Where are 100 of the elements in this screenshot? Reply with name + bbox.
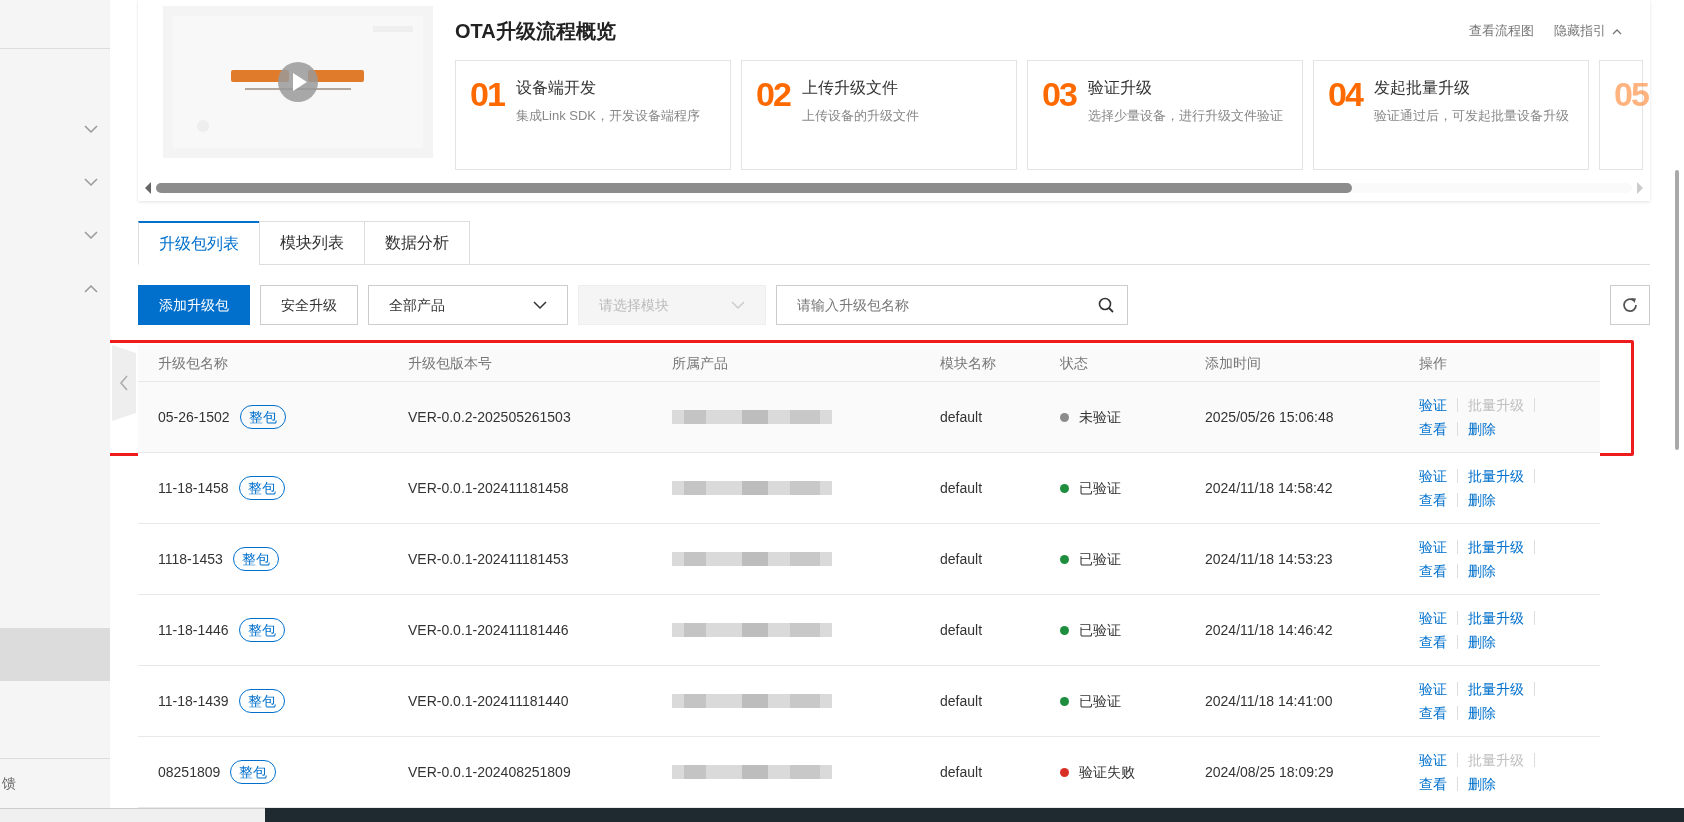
action-link[interactable]: 验证 xyxy=(1419,607,1447,629)
action-link[interactable]: 验证 xyxy=(1419,465,1447,487)
tab[interactable]: 模块列表 xyxy=(259,221,365,265)
collapse-icon[interactable] xyxy=(84,284,98,293)
action-link[interactable]: 查看 xyxy=(1419,702,1447,724)
table-cell-text: 已验证 xyxy=(1079,620,1121,640)
table-cell: VER-0.0.1-202411181458 xyxy=(408,479,569,496)
table-cell: 2024/11/18 14:46:42 xyxy=(1205,621,1333,638)
action-link[interactable]: 删除 xyxy=(1468,773,1496,795)
table-cell-text: 05-26-1502 xyxy=(158,407,230,427)
refresh-icon xyxy=(1621,296,1639,314)
step-title: 验证升级 xyxy=(1087,78,1153,98)
play-icon[interactable] xyxy=(278,62,318,102)
column-header: 升级包版本号 xyxy=(408,354,492,371)
table-cell: default xyxy=(940,479,983,496)
column-header: 模块名称 xyxy=(940,354,996,371)
table-cell-text: 已验证 xyxy=(1079,478,1121,498)
expand-icon[interactable] xyxy=(84,231,98,240)
collapse-handle[interactable] xyxy=(112,345,136,421)
action-link[interactable]: 批量升级 xyxy=(1468,678,1524,700)
expand-icon[interactable] xyxy=(84,178,98,187)
horizontal-scrollbar[interactable] xyxy=(156,183,1632,193)
dropdown-icon xyxy=(533,300,547,310)
expand-icon[interactable] xyxy=(84,125,98,134)
hide-guide-button[interactable]: 隐藏指引 xyxy=(1554,21,1622,41)
table-cell: VER-0.0.1-202408251809 xyxy=(408,763,571,780)
column-header: 所属产品 xyxy=(672,354,728,371)
column-header: 升级包名称 xyxy=(158,354,228,371)
scroll-left-icon[interactable] xyxy=(144,182,152,194)
table-cell: 2025/05/26 15:06:48 xyxy=(1205,408,1334,425)
action-link[interactable]: 验证 xyxy=(1419,749,1447,771)
column-header: 操作 xyxy=(1419,354,1447,371)
secure-upgrade-button[interactable]: 安全升级 xyxy=(260,285,358,325)
step-description: 验证通过后，可发起批量设备升级 xyxy=(1373,107,1569,125)
table-cell-text: 已验证 xyxy=(1079,691,1121,711)
table-cell: VER-0.0.1-202411181453 xyxy=(408,550,569,567)
table-cell-text: 11-18-1439 xyxy=(158,691,229,711)
action-link[interactable]: 删除 xyxy=(1468,631,1496,653)
table-row[interactable]: 11-18-1458 整包 VER-0.0.1-202411181458 default 已验证 2024/11/18 14:58:42 验证 批量升级 查看 删除 xyxy=(138,453,1600,524)
column-header: 状态 xyxy=(1060,354,1088,371)
action-link[interactable]: 查看 xyxy=(1419,489,1447,511)
search-field[interactable]: 请输入升级包名称 xyxy=(776,285,1128,325)
table-cell: default xyxy=(940,621,983,638)
table-cell: VER-0.0.2-202505261503 xyxy=(408,408,571,425)
step-description: 集成Link SDK，开发设备端程序 xyxy=(515,107,701,125)
action-link[interactable]: 查看 xyxy=(1419,631,1447,653)
step-title: 设备端开发 xyxy=(515,78,597,98)
table-cell-text: 验证失败 xyxy=(1079,762,1135,782)
action-link[interactable]: 验证 xyxy=(1419,536,1447,558)
action-link[interactable]: 批量升级 xyxy=(1468,536,1524,558)
tab[interactable]: 升级包列表 xyxy=(138,221,260,265)
tab[interactable]: 数据分析 xyxy=(364,221,470,265)
action-link[interactable]: 查看 xyxy=(1419,773,1447,795)
dropdown-icon xyxy=(731,300,745,310)
table-cell: VER-0.0.1-202411181440 xyxy=(408,692,569,709)
table-cell: 2024/08/25 18:09:29 xyxy=(1205,763,1334,780)
table-cell-text: 11-18-1458 xyxy=(158,478,229,498)
search-icon[interactable] xyxy=(1098,297,1114,313)
step-title: 发起批量升级 xyxy=(1373,78,1471,98)
step-number: 01 xyxy=(470,75,504,115)
action-link[interactable]: 验证 xyxy=(1419,394,1447,416)
guide-title: OTA升级流程概览 xyxy=(455,19,616,44)
table-cell: default xyxy=(940,692,983,709)
table-cell: 2024/11/18 14:58:42 xyxy=(1205,479,1333,496)
action-link[interactable]: 批量升级 xyxy=(1468,465,1524,487)
scroll-right-icon[interactable] xyxy=(1636,182,1644,194)
table-cell-text: 1118-1453 xyxy=(158,549,223,569)
feedback-link[interactable]: 馈 xyxy=(2,773,16,794)
add-package-button[interactable]: 添加升级包 xyxy=(138,285,250,325)
table-cell: default xyxy=(940,408,983,425)
action-link[interactable]: 删除 xyxy=(1468,702,1496,724)
table-cell: default xyxy=(940,763,983,780)
step-number: 03 xyxy=(1042,75,1076,115)
table-cell: VER-0.0.1-202411181446 xyxy=(408,621,569,638)
step-number: 02 xyxy=(756,75,790,115)
step-description: 选择少量设备，进行升级文件验证 xyxy=(1087,107,1283,125)
step-title: 上传升级文件 xyxy=(801,78,899,98)
action-link[interactable]: 删除 xyxy=(1468,560,1496,582)
product-select[interactable]: 全部产品 xyxy=(368,285,568,325)
action-link[interactable]: 查看 xyxy=(1419,418,1447,440)
refresh-button[interactable] xyxy=(1610,285,1650,325)
table-cell-text: 11-18-1446 xyxy=(158,620,229,640)
action-link[interactable]: 批量升级 xyxy=(1468,607,1524,629)
step-number: 04 xyxy=(1328,75,1362,115)
caret-icon xyxy=(1612,27,1622,35)
table-cell: 2024/11/18 14:41:00 xyxy=(1205,692,1333,709)
table-cell-text: 08251809 xyxy=(158,762,221,782)
table-cell-text: 未验证 xyxy=(1079,407,1121,427)
column-header: 添加时间 xyxy=(1205,354,1261,371)
flowchart-link[interactable]: 查看流程图 xyxy=(1469,21,1534,41)
action-link[interactable]: 验证 xyxy=(1419,678,1447,700)
table-cell: 2024/11/18 14:53:23 xyxy=(1205,550,1333,567)
vertical-scrollbar[interactable] xyxy=(1675,170,1679,450)
table-cell: default xyxy=(940,550,983,567)
action-link[interactable]: 删除 xyxy=(1468,418,1496,440)
step-description: 上传设备的升级文件 xyxy=(801,107,919,125)
step-number: 05 xyxy=(1614,75,1648,115)
action-link[interactable]: 查看 xyxy=(1419,560,1447,582)
table-cell-text: 已验证 xyxy=(1079,549,1121,569)
action-link[interactable]: 删除 xyxy=(1468,489,1496,511)
